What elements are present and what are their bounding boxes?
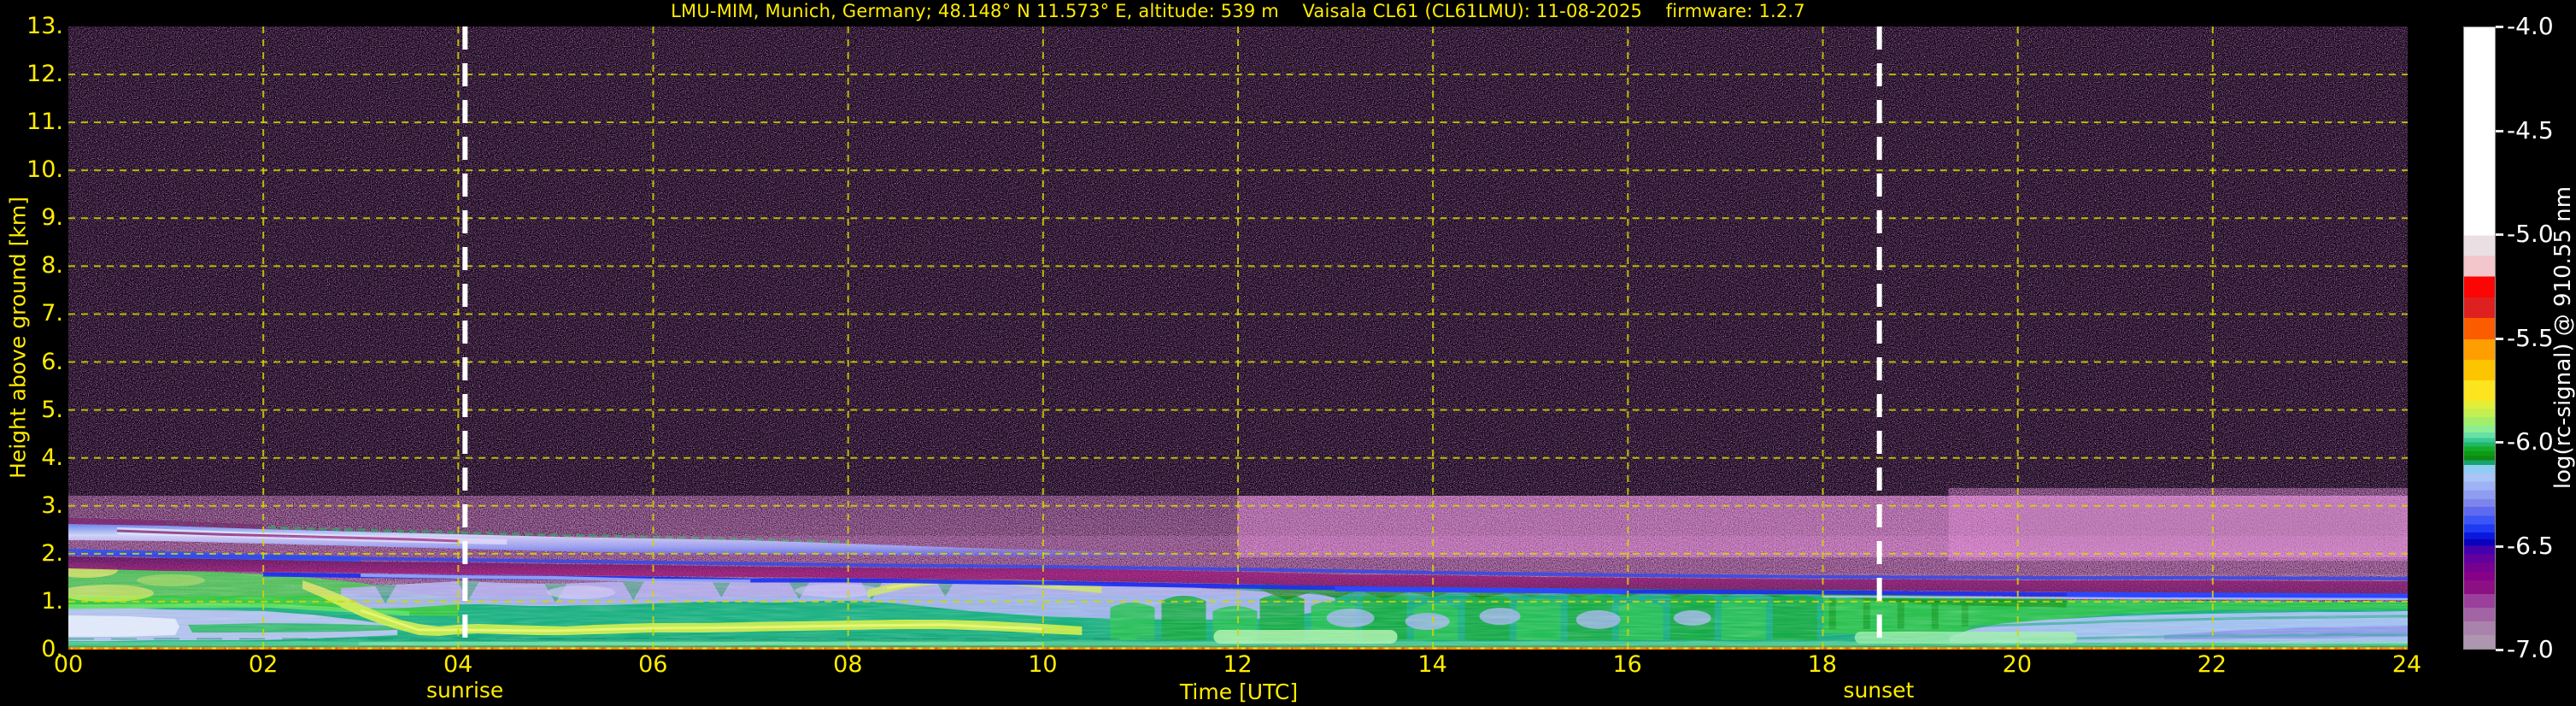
colorbar-tick-mark (2496, 26, 2503, 28)
x-tick-label: 20 (2002, 651, 2032, 678)
x-tick-label: 00 (53, 651, 84, 678)
sunrise-label: sunrise (425, 678, 504, 703)
colorbar-tick-mark (2496, 129, 2503, 132)
colorbar-tick-mark (2496, 544, 2503, 548)
y-tick-label: 13. (26, 13, 63, 39)
x-tick-label: 02 (248, 651, 279, 678)
colorbar-label: log(rc-signal) @ 910.55 nm (2550, 185, 2576, 490)
ceilometer-quicklook-page: LMU-MIM, Munich, Germany; 48.148° N 11.5… (0, 0, 2576, 706)
y-tick-label: 11. (26, 109, 63, 136)
y-tick-label: 2. (41, 539, 63, 567)
heatmap-plot-area (68, 26, 2408, 650)
heatmap-canvas (68, 26, 2408, 650)
colorbar-tick-label: -4.5 (2507, 115, 2554, 144)
vivid-blue-segment-afternoon (1335, 586, 1628, 594)
y-tick-label: 9. (41, 204, 63, 232)
y-axis-label: Height above ground [km] (5, 197, 31, 479)
y-tick-label: 10. (26, 156, 63, 184)
x-tick-label: 10 (1028, 651, 1058, 678)
sunset-label: sunset (1843, 678, 1915, 703)
y-tick-label: 8. (41, 252, 63, 279)
colorbar-tick-label: -6.5 (2507, 531, 2554, 560)
y-tick-label: 3. (41, 491, 63, 519)
x-tick-label: 12 (1223, 651, 1253, 678)
x-tick-label: 14 (1417, 651, 1447, 678)
vivid-blue-segment-night (2066, 591, 2408, 600)
y-tick-label: 7. (41, 300, 63, 327)
y-tick-label: 6. (41, 348, 63, 375)
x-tick-label: 24 (2391, 651, 2422, 678)
x-tick-label: 18 (1807, 651, 1837, 678)
x-axis-label: Time [UTC] (1179, 680, 1299, 704)
colorbar-tick-mark (2496, 649, 2503, 651)
y-tick-label: 5. (41, 396, 63, 423)
colorbar-tick-label: -7.0 (2507, 635, 2554, 663)
colorbar-tick-mark (2496, 233, 2503, 236)
y-tick-label: 1. (41, 587, 63, 615)
x-tick-label: 22 (2197, 651, 2227, 678)
colorbar-tick-mark (2496, 441, 2503, 444)
x-tick-label: 04 (443, 651, 473, 678)
y-tick-label: 4. (41, 444, 63, 471)
x-tick-label: 06 (638, 651, 668, 678)
x-tick-label: 08 (833, 651, 863, 678)
x-tick-label: 16 (1612, 651, 1642, 678)
colorbar-tick-mark (2496, 337, 2503, 340)
colorbar (2463, 26, 2496, 650)
colorbar-tick-label: -4.0 (2507, 12, 2554, 40)
y-tick-label: 12. (26, 61, 63, 88)
plot-title: LMU-MIM, Munich, Germany; 48.148° N 11.5… (671, 1, 1805, 21)
